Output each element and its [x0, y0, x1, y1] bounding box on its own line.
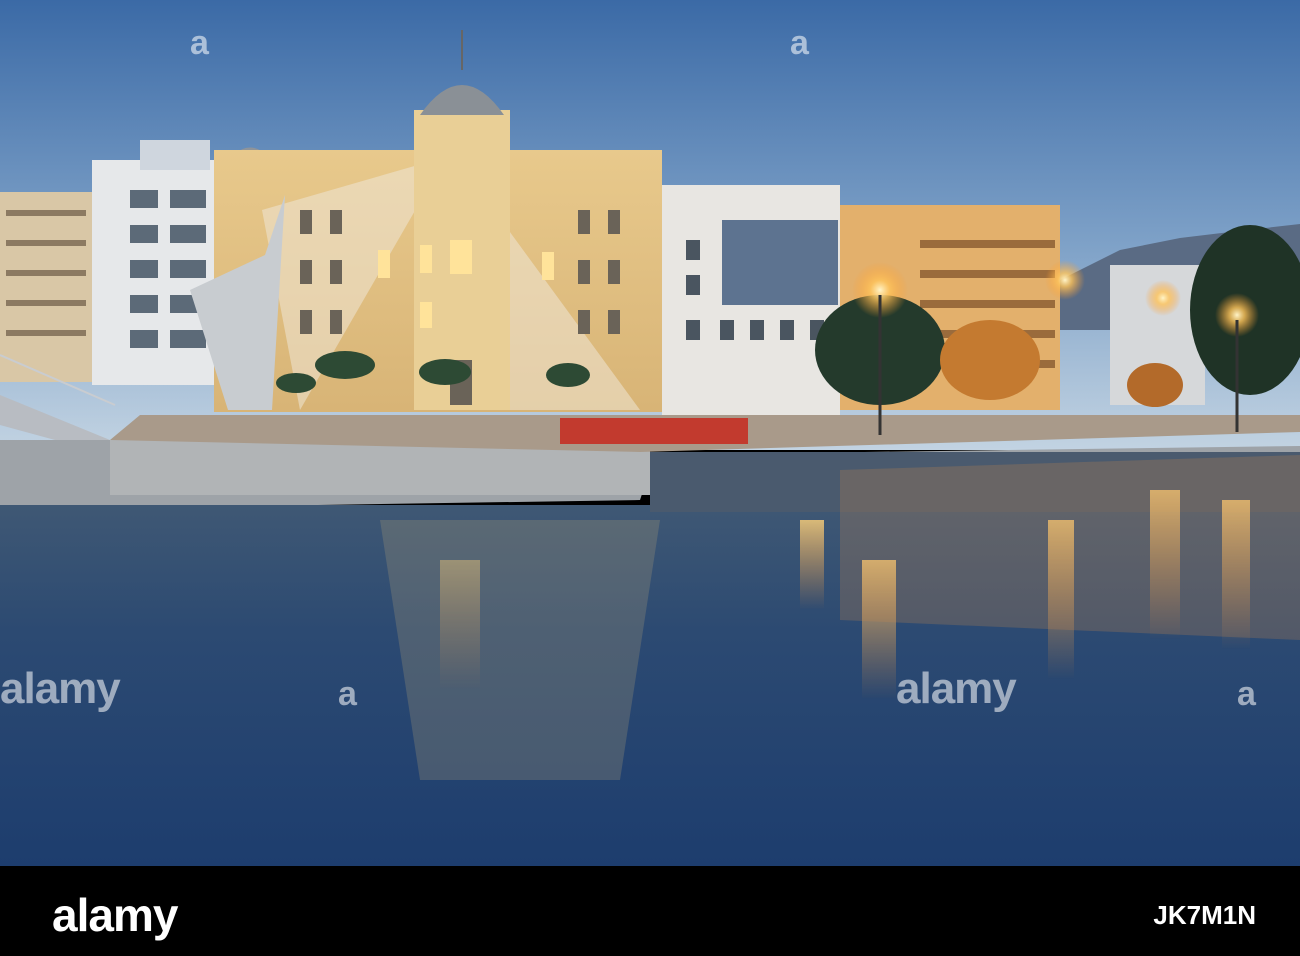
photo-scene	[0, 0, 1300, 866]
image-id-label: JK7M1N	[1153, 900, 1256, 930]
footer-bar	[0, 866, 1300, 956]
harbour-photo	[0, 0, 1300, 866]
alamy-logo: alamy	[52, 889, 178, 941]
stock-photo-frame: alamy alamy a a a a alamy JK7M1N	[0, 0, 1300, 956]
